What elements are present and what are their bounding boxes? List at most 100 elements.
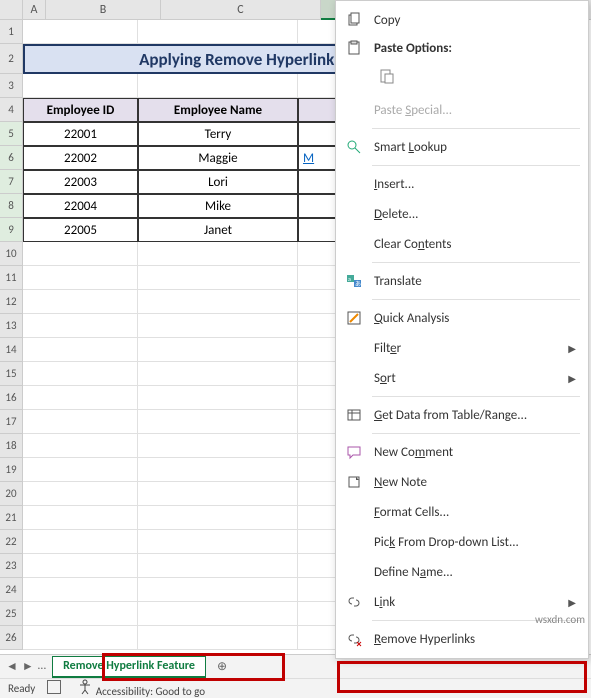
row-header[interactable]: 25: [0, 602, 23, 626]
tab-next-icon[interactable]: ►: [22, 659, 34, 674]
cell-id[interactable]: 22003: [23, 170, 138, 194]
menu-separator: [372, 165, 580, 166]
menu-clear-contents[interactable]: Clear Contents: [336, 229, 588, 259]
menu-separator: [372, 396, 580, 397]
menu-label: Get Data from Table/Range...: [374, 408, 576, 423]
menu-new-note[interactable]: New Note: [336, 467, 588, 497]
row-header[interactable]: 3: [0, 74, 23, 98]
watermark: wsxdn.com: [535, 613, 585, 626]
blank-icon: [344, 204, 364, 224]
tab-prev-icon[interactable]: ◄: [6, 659, 18, 674]
row-header[interactable]: 7: [0, 170, 23, 194]
cell-name[interactable]: Mike: [138, 194, 298, 218]
menu-translate[interactable]: aあ Translate: [336, 266, 588, 296]
blank-icon: [344, 174, 364, 194]
row-header[interactable]: 23: [0, 554, 23, 578]
row-header[interactable]: 26: [0, 626, 23, 650]
row-header[interactable]: 11: [0, 266, 23, 290]
menu-label: Link: [374, 595, 558, 610]
status-ready: Ready: [8, 682, 35, 695]
menu-label: Delete...: [374, 207, 576, 222]
row-header[interactable]: 9: [0, 218, 23, 242]
menu-format-cells[interactable]: Format Cells...: [336, 497, 588, 527]
cell-name[interactable]: Lori: [138, 170, 298, 194]
menu-insert[interactable]: Insert...: [336, 169, 588, 199]
row-header[interactable]: 12: [0, 290, 23, 314]
cell-name[interactable]: Terry: [138, 122, 298, 146]
blank-icon: [344, 532, 364, 552]
menu-paste-options: Paste Options:: [336, 35, 588, 61]
menu-new-comment[interactable]: New Comment: [336, 437, 588, 467]
menu-label: Sort: [374, 371, 558, 386]
row-header[interactable]: 2: [0, 44, 23, 74]
col-header-a[interactable]: A: [23, 0, 46, 20]
row-header[interactable]: 21: [0, 506, 23, 530]
row-header[interactable]: 17: [0, 410, 23, 434]
accessibility-status[interactable]: Accessibility: Good to go: [77, 679, 205, 698]
row-header[interactable]: 22: [0, 530, 23, 554]
menu-label: Define Name...: [374, 565, 576, 580]
menu-get-data[interactable]: Get Data from Table/Range...: [336, 400, 588, 430]
menu-label: Translate: [374, 274, 576, 289]
select-all-corner[interactable]: [0, 0, 23, 20]
menu-delete[interactable]: Delete...: [336, 199, 588, 229]
blank-icon: [344, 368, 364, 388]
row-header[interactable]: 4: [0, 98, 23, 122]
blank-icon: [344, 502, 364, 522]
menu-label: Format Cells...: [374, 505, 576, 520]
tab-nav: ◄ ► …: [0, 659, 52, 674]
row-header[interactable]: 15: [0, 362, 23, 386]
col-header-c[interactable]: C: [161, 0, 321, 20]
row-header[interactable]: 13: [0, 314, 23, 338]
row-header[interactable]: 16: [0, 386, 23, 410]
accessibility-icon: [77, 679, 93, 695]
macro-record-icon[interactable]: [47, 680, 65, 697]
col-header-b[interactable]: B: [46, 0, 161, 20]
menu-define-name[interactable]: Define Name...: [336, 557, 588, 587]
menu-label: Pick From Drop-down List...: [374, 535, 576, 550]
paste-icon[interactable]: [374, 63, 400, 89]
row-header[interactable]: 18: [0, 434, 23, 458]
row-header[interactable]: 5: [0, 122, 23, 146]
row-header[interactable]: 14: [0, 338, 23, 362]
blank-icon: [344, 562, 364, 582]
cell-id[interactable]: 22002: [23, 146, 138, 170]
menu-sort[interactable]: Sort ▶: [336, 363, 588, 393]
menu-quick-analysis[interactable]: Quick Analysis: [336, 303, 588, 333]
cell-id[interactable]: 22001: [23, 122, 138, 146]
cell-name[interactable]: Maggie: [138, 146, 298, 170]
tab-more-icon[interactable]: …: [38, 659, 46, 674]
status-bar: Ready Accessibility: Good to go: [0, 678, 591, 698]
menu-smart-lookup[interactable]: Smart Lookup: [336, 132, 588, 162]
cell-name[interactable]: Janet: [138, 218, 298, 242]
chevron-right-icon: ▶: [568, 596, 576, 609]
cell-id[interactable]: 22004: [23, 194, 138, 218]
table-icon: [344, 405, 364, 425]
th-employee-name[interactable]: Employee Name: [138, 98, 298, 122]
menu-separator: [372, 299, 580, 300]
sheet-tab-active[interactable]: Remove Hyperlink Feature: [52, 656, 206, 678]
chevron-right-icon: ▶: [568, 372, 576, 385]
row-header[interactable]: 19: [0, 458, 23, 482]
th-employee-id[interactable]: Employee ID: [23, 98, 138, 122]
row-header[interactable]: 6: [0, 146, 23, 170]
menu-filter[interactable]: Filter ▶: [336, 333, 588, 363]
row-header[interactable]: 24: [0, 578, 23, 602]
translate-icon: aあ: [344, 271, 364, 291]
row-header[interactable]: 20: [0, 482, 23, 506]
svg-text:a: a: [348, 275, 351, 283]
menu-label: Clear Contents: [374, 237, 576, 252]
menu-copy[interactable]: Copy: [336, 5, 588, 35]
blank-icon: [344, 234, 364, 254]
row-header[interactable]: 10: [0, 242, 23, 266]
menu-remove-hyperlinks[interactable]: Remove Hyperlinks: [336, 624, 588, 654]
row-header[interactable]: 1: [0, 20, 23, 44]
chevron-right-icon: ▶: [568, 342, 576, 355]
cell-id[interactable]: 22005: [23, 218, 138, 242]
row-header[interactable]: 8: [0, 194, 23, 218]
menu-label: Insert...: [374, 177, 576, 192]
add-sheet-icon[interactable]: ⊕: [212, 659, 232, 674]
blank-icon: [344, 100, 364, 120]
menu-pick-list[interactable]: Pick From Drop-down List...: [336, 527, 588, 557]
menu-label: Remove Hyperlinks: [374, 632, 576, 647]
